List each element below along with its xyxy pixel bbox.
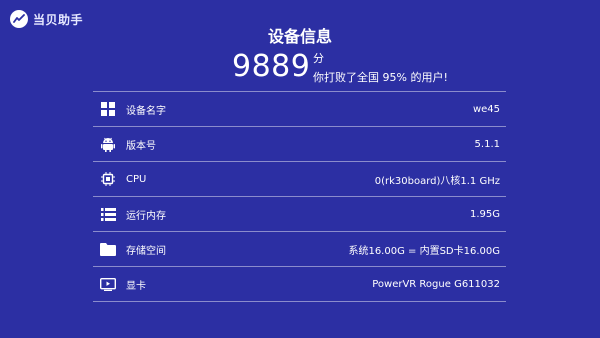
info-row-value: we45: [472, 103, 500, 115]
device-info-list: 设备名字 we45 版本号 5.1.1 CPU 0(rk30board)八核1.…: [93, 91, 506, 302]
info-row-value: 1.95G: [469, 208, 500, 220]
windows-grid-icon: [99, 100, 117, 118]
info-row-label: 版本号: [126, 140, 156, 152]
info-row-value: 系统16.00G = 内置SD卡16.00G: [348, 245, 500, 257]
info-row-version: 版本号 5.1.1: [93, 127, 506, 162]
display-icon: [99, 275, 117, 293]
info-row-gpu: 显卡 PowerVR Rogue G611032: [93, 267, 506, 302]
info-row-label: 显卡: [126, 280, 146, 292]
info-row-storage: 存储空间 系统16.00G = 内置SD卡16.00G: [93, 232, 506, 267]
memory-list-icon: [99, 205, 117, 223]
score-ranking-text: 你打败了全国 95% 的用户!: [313, 71, 448, 84]
info-row-value: PowerVR Rogue G611032: [372, 278, 500, 290]
page-title: 设备信息: [267, 27, 332, 46]
info-row-label: CPU: [126, 173, 147, 185]
info-row-cpu: CPU 0(rk30board)八核1.1 GHz: [93, 162, 506, 197]
info-row-label: 运行内存: [126, 210, 166, 222]
android-icon: [99, 135, 117, 153]
info-row-label: 存储空间: [126, 245, 166, 257]
info-row-value: 5.1.1: [474, 138, 500, 150]
folder-icon: [99, 240, 117, 258]
info-row-memory: 运行内存 1.95G: [93, 197, 506, 232]
info-row-label: 设备名字: [126, 105, 166, 117]
benchmark-score: 9889: [232, 49, 311, 84]
cpu-chip-icon: [99, 170, 117, 188]
info-row-value: 0(rk30board)八核1.1 GHz: [374, 175, 500, 187]
info-row-device-name: 设备名字 we45: [93, 92, 506, 127]
score-unit: 分: [313, 52, 324, 65]
